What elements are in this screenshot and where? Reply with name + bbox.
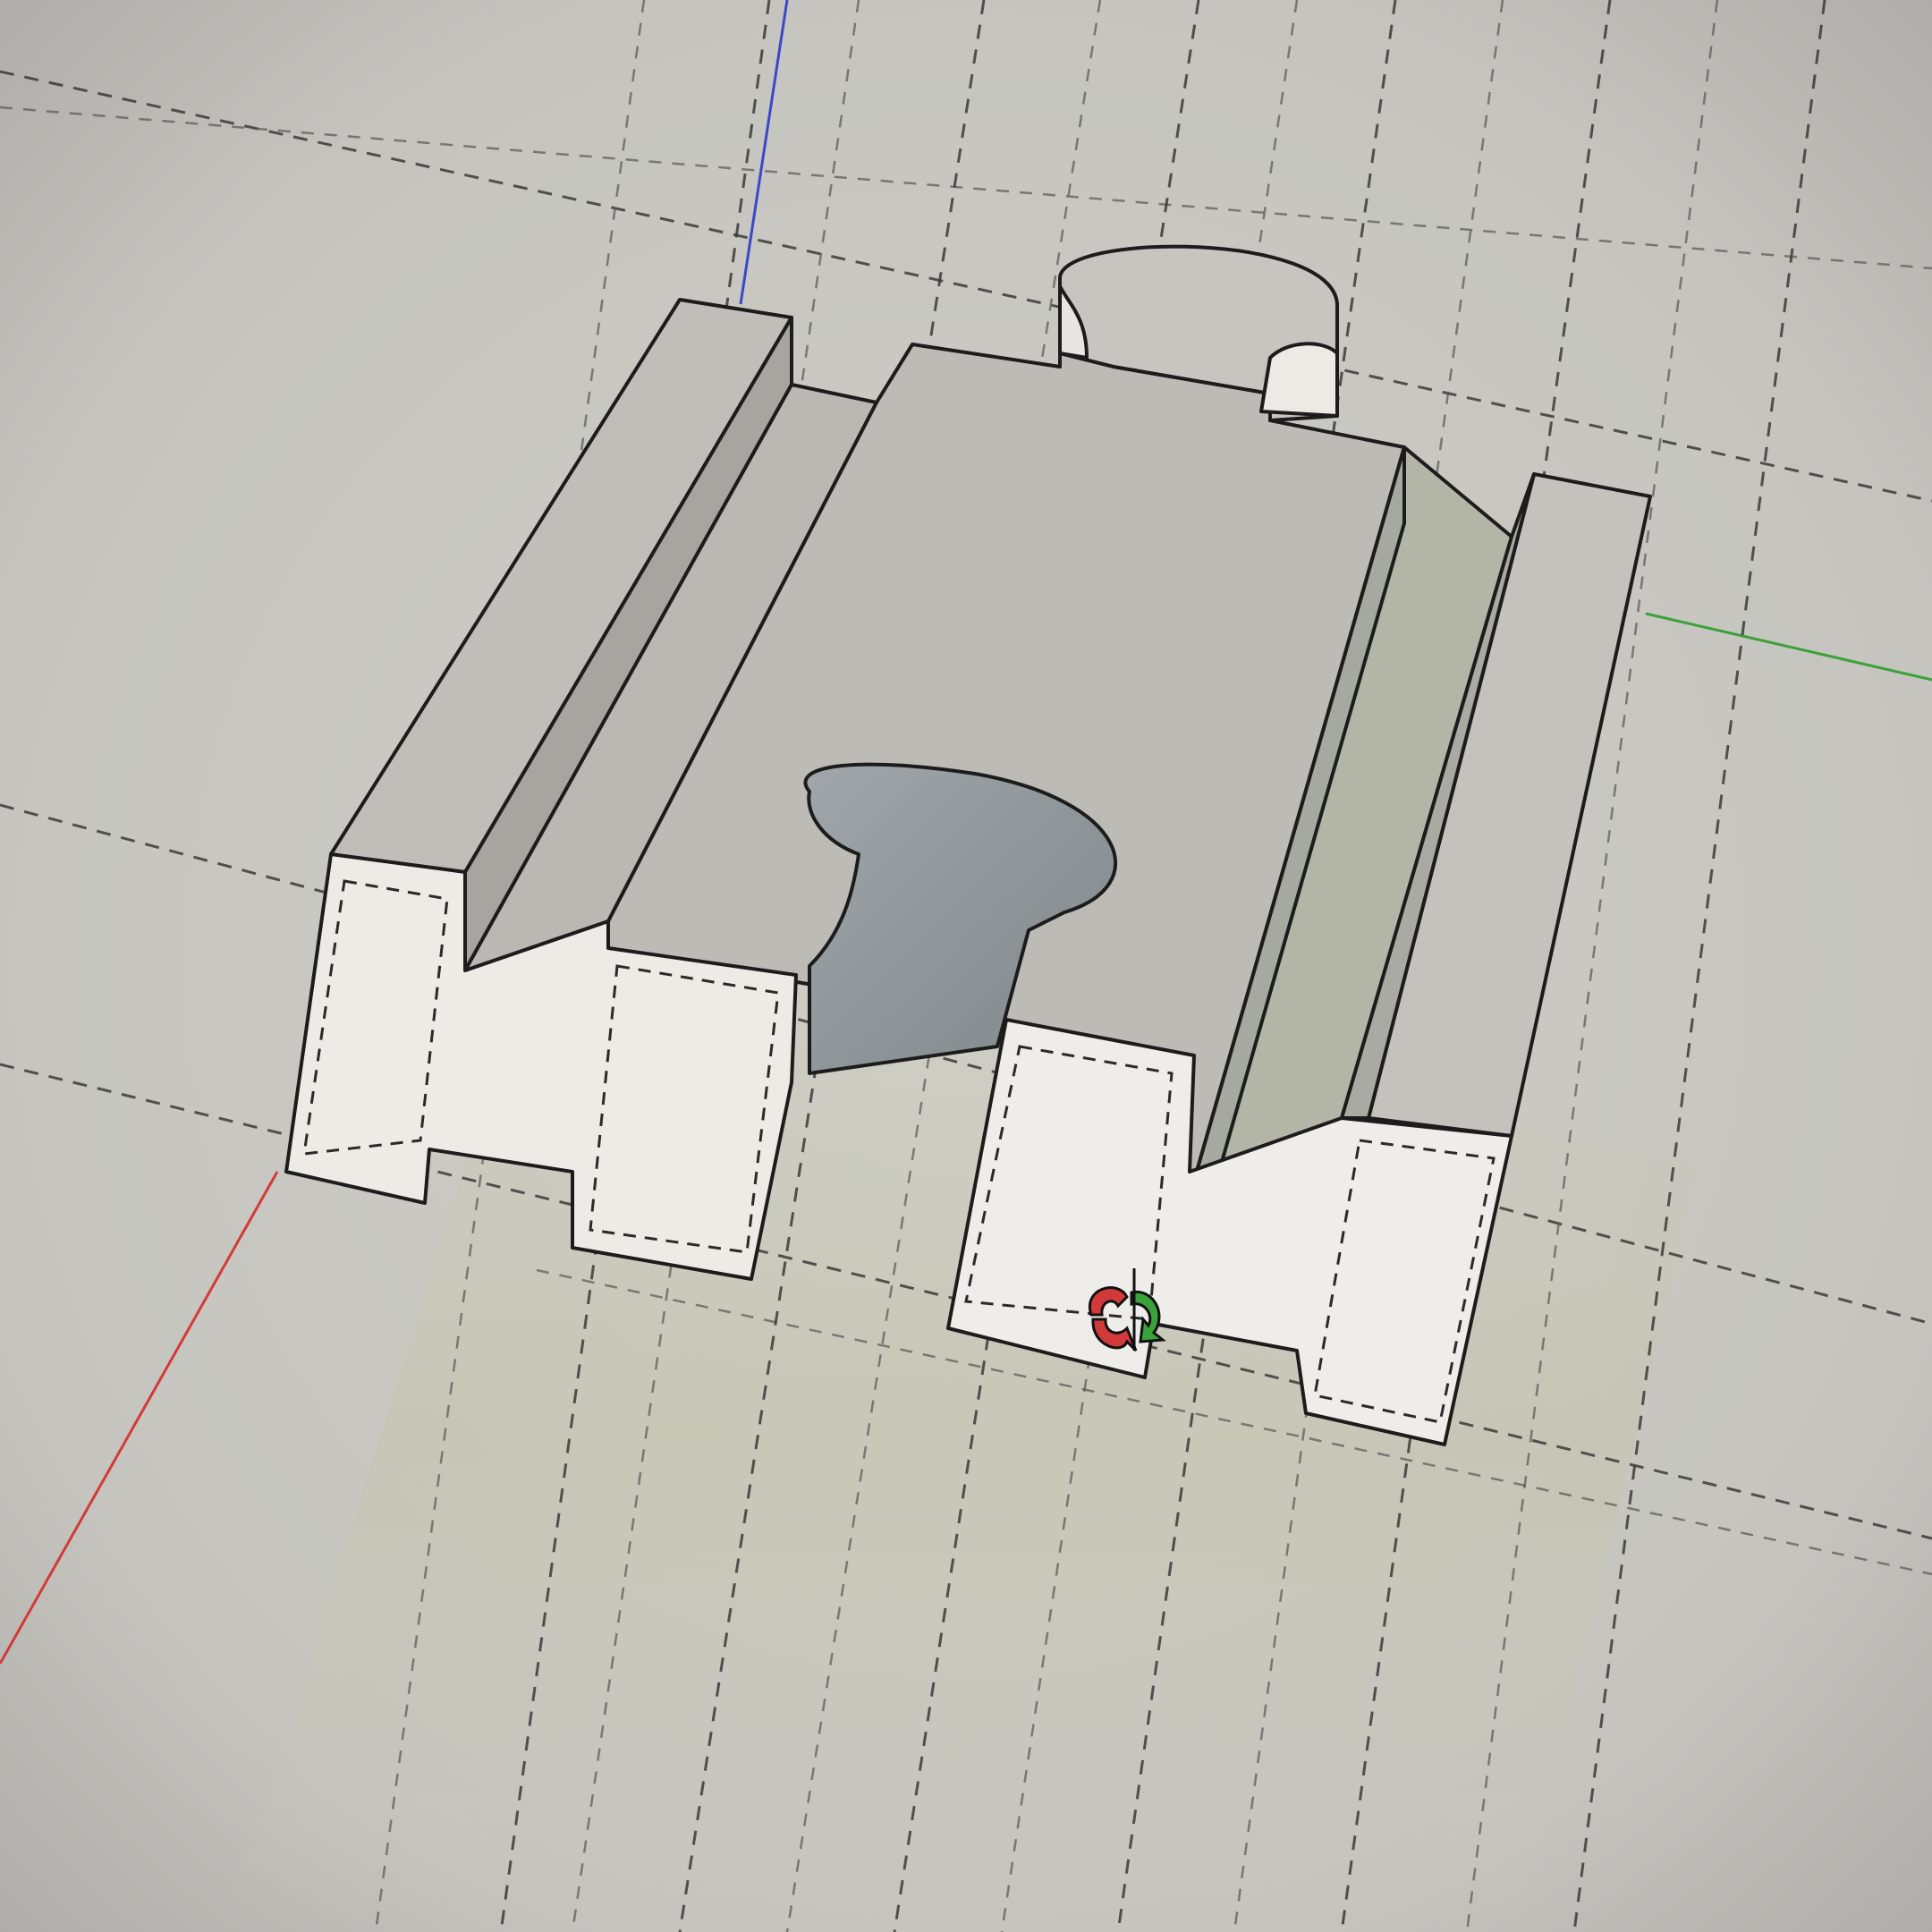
modeling-viewport[interactable] [0,0,1932,1932]
scene-canvas[interactable] [0,0,1932,1932]
top-boss-cutout[interactable] [1259,342,1339,418]
